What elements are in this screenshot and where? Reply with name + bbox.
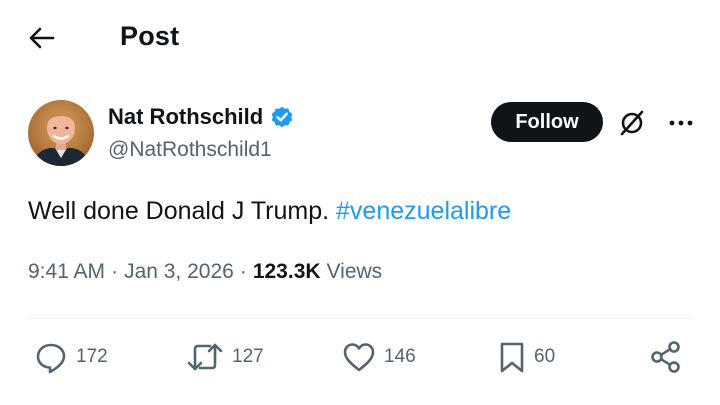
action-bar: 172 127 146 60 — [0, 335, 720, 379]
back-button[interactable] — [22, 18, 62, 58]
repost-count: 127 — [232, 346, 264, 367]
grok-icon — [620, 110, 644, 136]
avatar-image — [28, 100, 94, 166]
views-label[interactable]: Views — [327, 260, 383, 284]
repost-icon — [187, 343, 223, 371]
bookmark-count: 60 — [534, 346, 556, 367]
header-bar: Post — [0, 0, 720, 72]
bookmark-button[interactable]: 60 — [498, 335, 555, 379]
repost-button[interactable]: 127 — [186, 335, 264, 379]
views-count[interactable]: 123.3K — [253, 260, 321, 284]
grok-button[interactable] — [615, 106, 649, 140]
reply-icon — [36, 343, 66, 374]
tweet-date[interactable]: Jan 3, 2026 — [124, 260, 234, 284]
divider — [28, 318, 692, 319]
more-options-button[interactable] — [664, 106, 698, 140]
tweet-text: Well done Donald J Trump. #venezuelalibr… — [28, 195, 511, 227]
reply-count: 172 — [76, 346, 108, 367]
avatar[interactable] — [28, 100, 94, 166]
tweet-meta: 9:41 AM · Jan 3, 2026 · 123.3K Views — [28, 260, 382, 284]
follow-button[interactable]: Follow — [491, 102, 603, 142]
verified-badge-icon[interactable] — [269, 104, 295, 130]
bookmark-icon — [500, 342, 524, 373]
reply-button[interactable]: 172 — [34, 335, 108, 379]
heart-icon — [343, 343, 375, 372]
name-row: Nat Rothschild — [108, 104, 295, 130]
share-icon — [651, 341, 680, 373]
meta-separator: · — [239, 260, 247, 283]
like-button[interactable]: 146 — [342, 335, 416, 379]
tweet-time[interactable]: 9:41 AM — [28, 260, 105, 284]
like-count: 146 — [384, 346, 416, 367]
arrow-left-icon — [29, 27, 55, 49]
author-row: Nat Rothschild @NatRothschild1 Follow — [28, 98, 698, 170]
page-title: Post — [120, 21, 180, 51]
display-name[interactable]: Nat Rothschild — [108, 104, 263, 130]
meta-separator: · — [111, 260, 119, 283]
more-icon — [669, 120, 693, 126]
hashtag-link[interactable]: #venezuelalibre — [336, 197, 511, 225]
user-handle[interactable]: @NatRothschild1 — [108, 138, 272, 162]
tweet-body: Well done Donald J Trump. — [28, 197, 330, 225]
share-button[interactable] — [650, 335, 682, 379]
